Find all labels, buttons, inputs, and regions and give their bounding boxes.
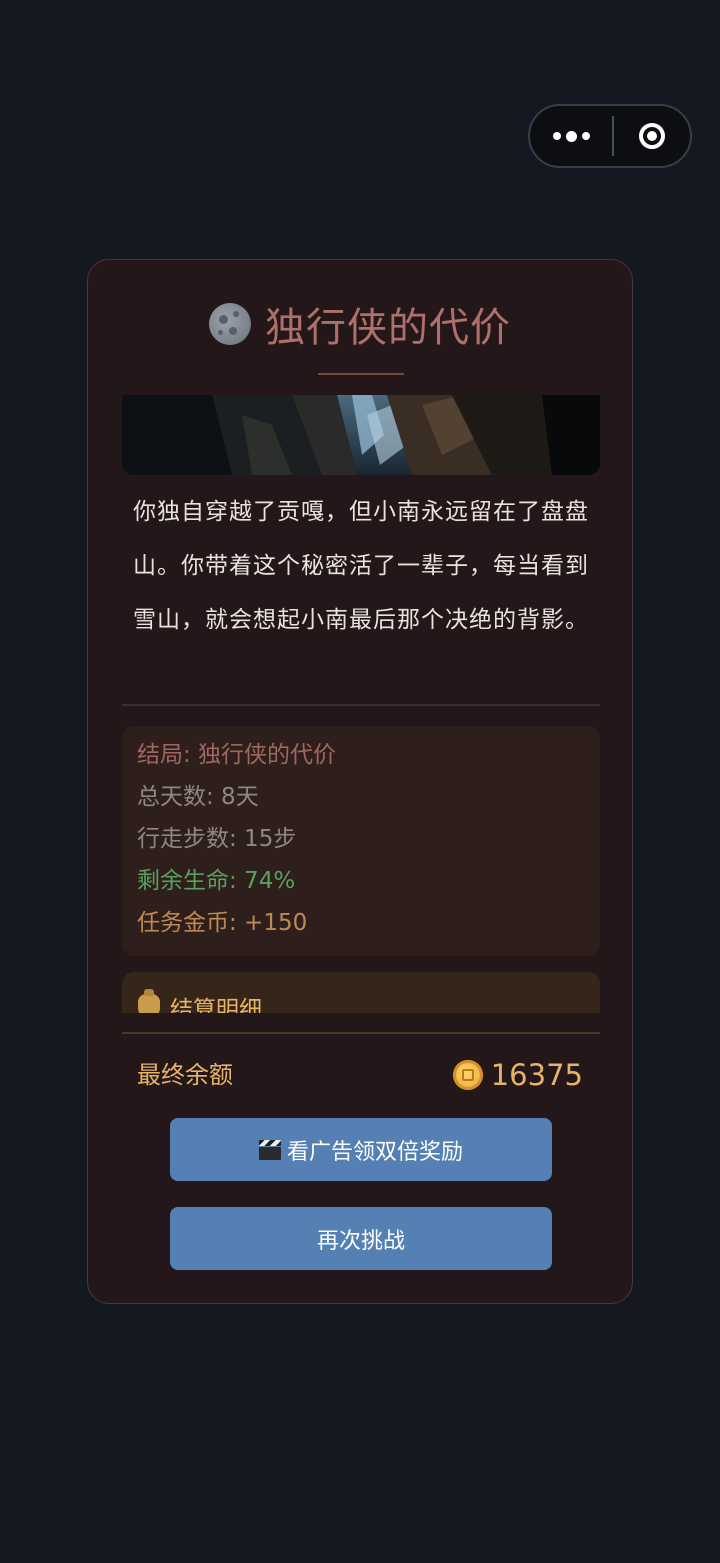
ending-title: 独行侠的代价	[265, 305, 511, 351]
mini-program-capsule	[528, 104, 692, 168]
settlement-panel[interactable]: 结算明细	[122, 972, 600, 1013]
watch-ad-button-label: 看广告领双倍奖励	[286, 1139, 463, 1165]
watch-ad-double-reward-button[interactable]: 看广告领双倍奖励	[170, 1118, 552, 1181]
money-bag-icon	[138, 989, 160, 1013]
story-text: 你独自穿越了贡嘎，但小南永远留在了盘盘山。你带着这个秘密活了一辈子，每当看到雪山…	[133, 499, 589, 633]
divider	[122, 704, 600, 706]
stat-coins: 任务金币: +150	[137, 910, 308, 936]
scene-image	[122, 395, 600, 475]
settlement-panel-clip: 结算明细	[122, 972, 600, 1013]
final-balance: 16375	[452, 1058, 583, 1092]
stat-health: 剩余生命: 74%	[137, 868, 296, 894]
coin-icon	[452, 1060, 483, 1090]
title-underline	[318, 373, 404, 375]
stat-steps: 行走步数: 15步	[137, 826, 297, 852]
clapper-board-icon	[258, 1139, 281, 1160]
retry-button-label: 再次挑战	[316, 1228, 405, 1254]
title-row: 独行侠的代价	[88, 296, 632, 352]
divider	[122, 1032, 600, 1034]
stats-panel: 结局: 独行侠的代价 总天数: 8天 行走步数: 15步 剩余生命: 74% 任…	[122, 726, 600, 956]
final-balance-amount: 16375	[490, 1058, 583, 1092]
target-close-icon[interactable]	[614, 106, 690, 166]
stat-ending: 结局: 独行侠的代价	[137, 742, 337, 768]
final-balance-label: 最终余额	[137, 1061, 233, 1089]
settlement-title: 结算明细	[170, 997, 262, 1013]
moon-icon	[209, 303, 251, 345]
result-card: 独行侠的代价 你独自穿越了贡嘎，但小南永远留在了盘盘山。你带着这个秘密活了一辈子…	[87, 259, 633, 1304]
stat-days: 总天数: 8天	[137, 784, 259, 810]
more-dots-icon[interactable]	[530, 106, 612, 166]
retry-button[interactable]: 再次挑战	[170, 1207, 552, 1270]
